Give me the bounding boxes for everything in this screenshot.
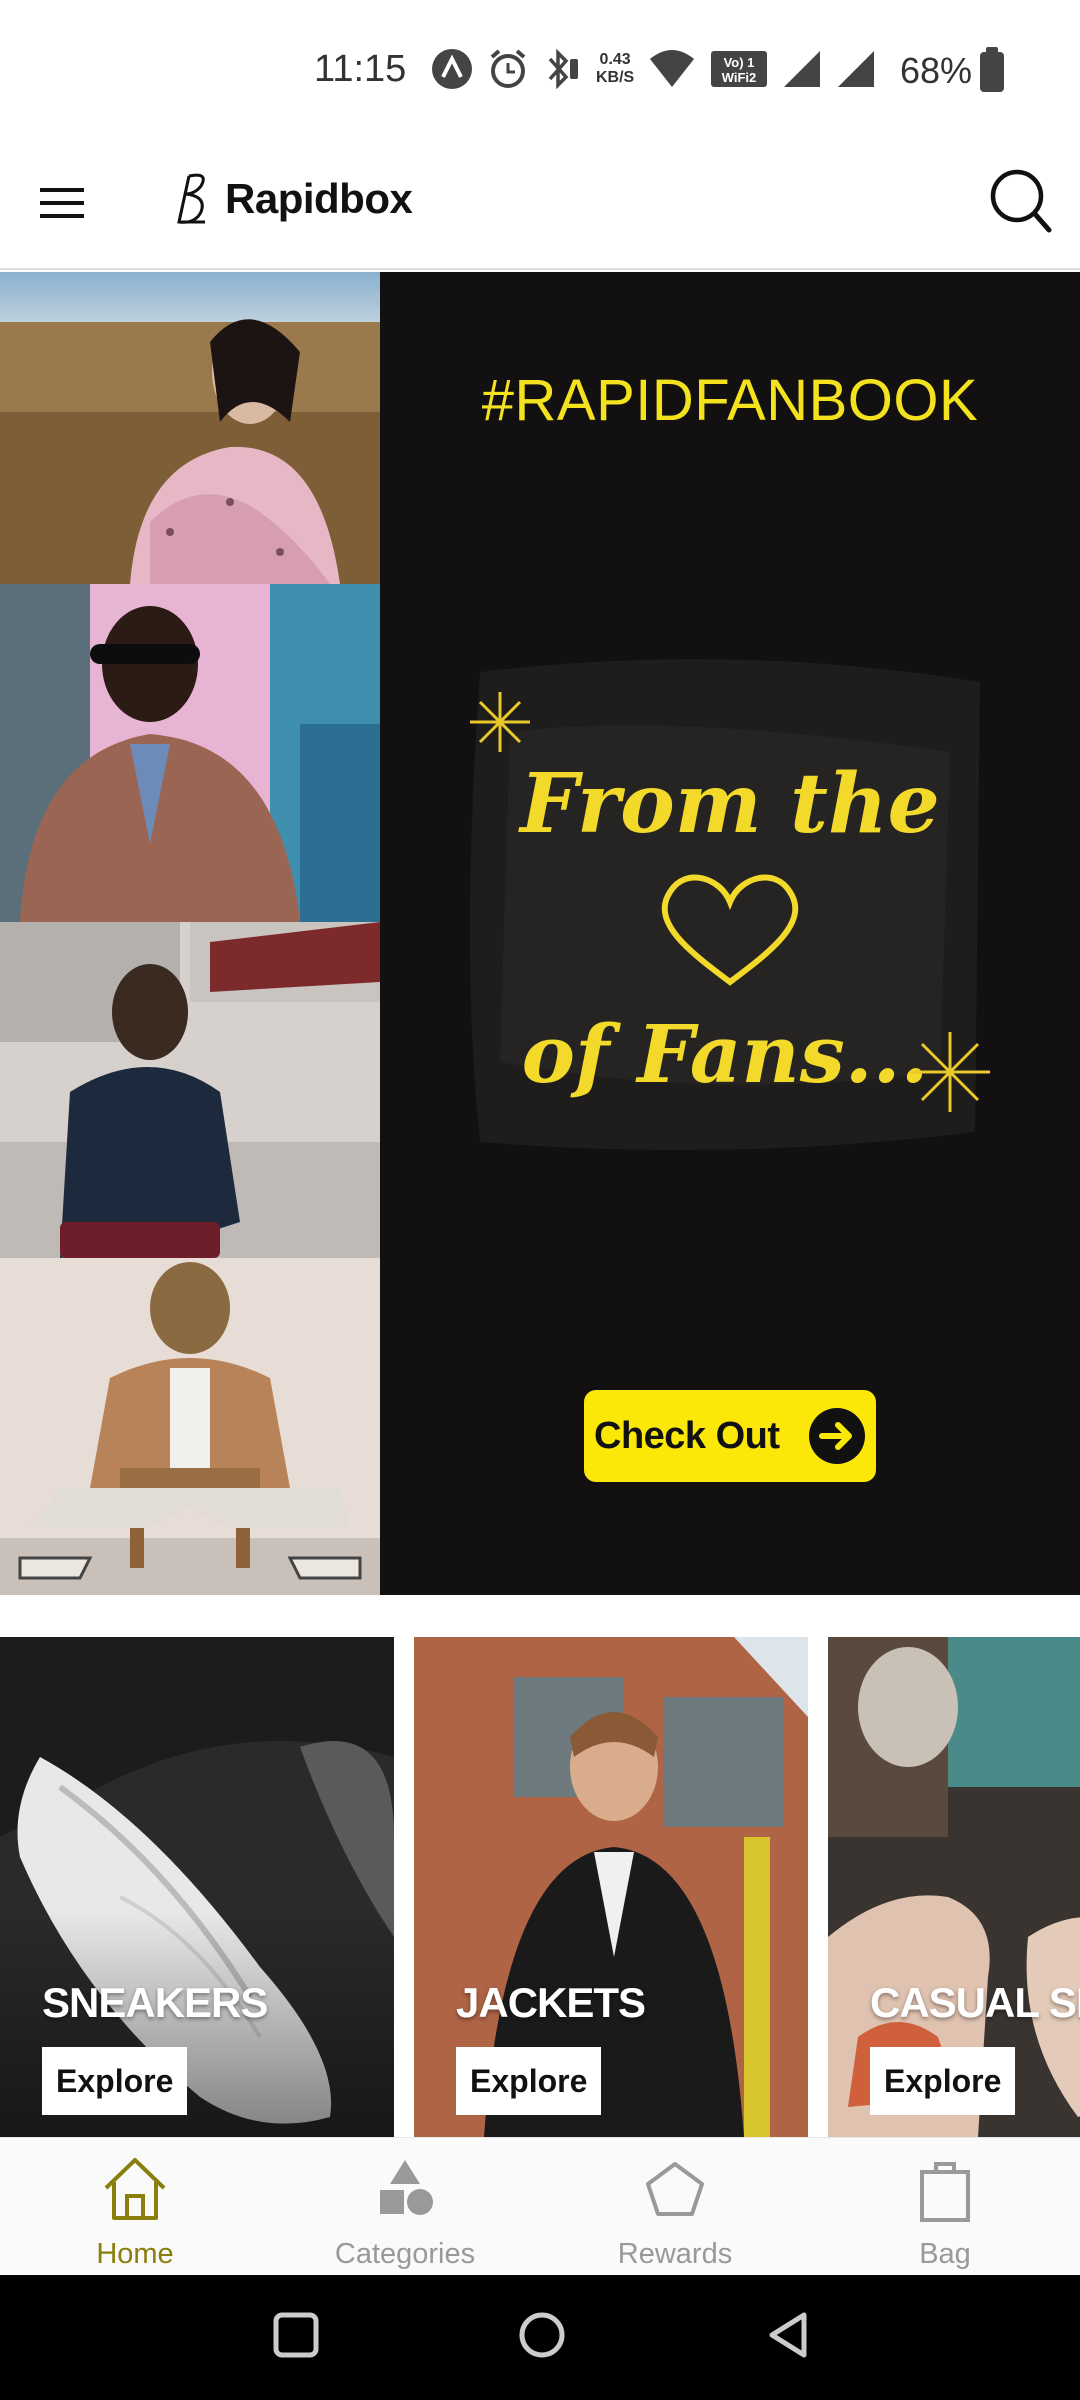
category-carousel[interactable]: SNEAKERS Explore JACKETS Explore CASUAL … [0, 1637, 1080, 2137]
status-icons: 0.43 KB/S Vo) 1 WiFi2 [430, 44, 876, 94]
check-out-button[interactable]: Check Out [584, 1390, 876, 1482]
category-title: JACKETS [456, 1979, 646, 2026]
model-photo-1 [0, 272, 380, 584]
network-speed: 0.43 KB/S [596, 51, 634, 87]
explore-button[interactable]: Explore [42, 2047, 188, 2115]
model-photo-2 [0, 584, 380, 922]
nav-label: Rewards [617, 2238, 733, 2270]
menu-icon[interactable] [38, 178, 88, 228]
svg-text:Vo) 1: Vo) 1 [724, 55, 755, 70]
category-card-sneakers[interactable]: SNEAKERS Explore [0, 1637, 394, 2137]
app-header: Rapidbox [0, 140, 1080, 270]
bottom-navigation: Home Categories Rewards Bag [0, 2137, 1080, 2275]
nav-rewards[interactable]: Rewards [540, 2138, 810, 2276]
category-title: CASUAL SI [870, 1979, 1080, 2026]
signal-1-icon [784, 51, 821, 87]
hero-banner[interactable]: #RAPIDFANBOOK From the of Fans... Check … [0, 272, 1080, 1595]
arrow-right-circle-icon [809, 1408, 865, 1464]
home-icon [104, 2158, 166, 2220]
photo-collage [0, 272, 380, 1595]
nav-label: Home [96, 2238, 174, 2270]
wifi-icon [650, 50, 695, 87]
nav-home[interactable]: Home [0, 2138, 270, 2276]
volte-wifi-icon: Vo) 1WiFi2 [711, 51, 768, 87]
campaign-hashtag: #RAPIDFANBOOK [481, 368, 979, 433]
from-the-heart-of-fans-artwork: From the of Fans... [470, 659, 990, 1150]
app-notification-icon [432, 49, 472, 89]
nav-bag[interactable]: Bag [810, 2138, 1080, 2276]
model-photo-4 [0, 1258, 380, 1595]
brand-logo-icon [177, 173, 205, 224]
nav-categories[interactable]: Categories [270, 2138, 540, 2276]
svg-text:WiFi2: WiFi2 [722, 70, 757, 85]
status-bar: 11:15 0.43 KB/S Vo) 1 WiFi2 68% [0, 0, 1080, 140]
explore-button[interactable]: Explore [870, 2047, 1016, 2115]
recents-icon[interactable] [266, 2305, 326, 2365]
brand-logo[interactable]: Rapidbox [175, 170, 413, 228]
system-navigation-bar [0, 2275, 1080, 2400]
categories-icon [380, 2160, 433, 2215]
battery-icon [980, 47, 1004, 92]
category-card-casual[interactable]: CASUAL SI Explore [828, 1637, 1080, 2137]
brand-name: Rapidbox [225, 175, 413, 222]
status-time: 11:15 [314, 48, 407, 90]
alarm-icon [490, 49, 526, 88]
script-line-2: of Fans... [522, 1007, 929, 1101]
category-card-jackets[interactable]: JACKETS Explore [414, 1637, 808, 2137]
nav-label: Categories [334, 2238, 476, 2270]
script-line-1: From the [518, 756, 940, 852]
home-circle-icon[interactable] [512, 2305, 572, 2365]
back-icon[interactable] [760, 2305, 820, 2365]
network-speed-unit: KB/S [596, 69, 635, 86]
bluetooth-icon [548, 48, 578, 90]
check-out-label: Check Out [594, 1414, 780, 1457]
nav-label: Bag [919, 2238, 971, 2270]
explore-button[interactable]: Explore [456, 2047, 602, 2115]
battery-percent: 68% [900, 50, 973, 91]
signal-2-icon [838, 51, 875, 87]
model-photo-3 [0, 922, 380, 1258]
category-title: SNEAKERS [42, 1979, 268, 2026]
rewards-icon [646, 2162, 704, 2216]
bag-icon [920, 2162, 970, 2222]
search-icon[interactable] [985, 160, 1055, 240]
network-speed-value: 0.43 [599, 51, 631, 68]
